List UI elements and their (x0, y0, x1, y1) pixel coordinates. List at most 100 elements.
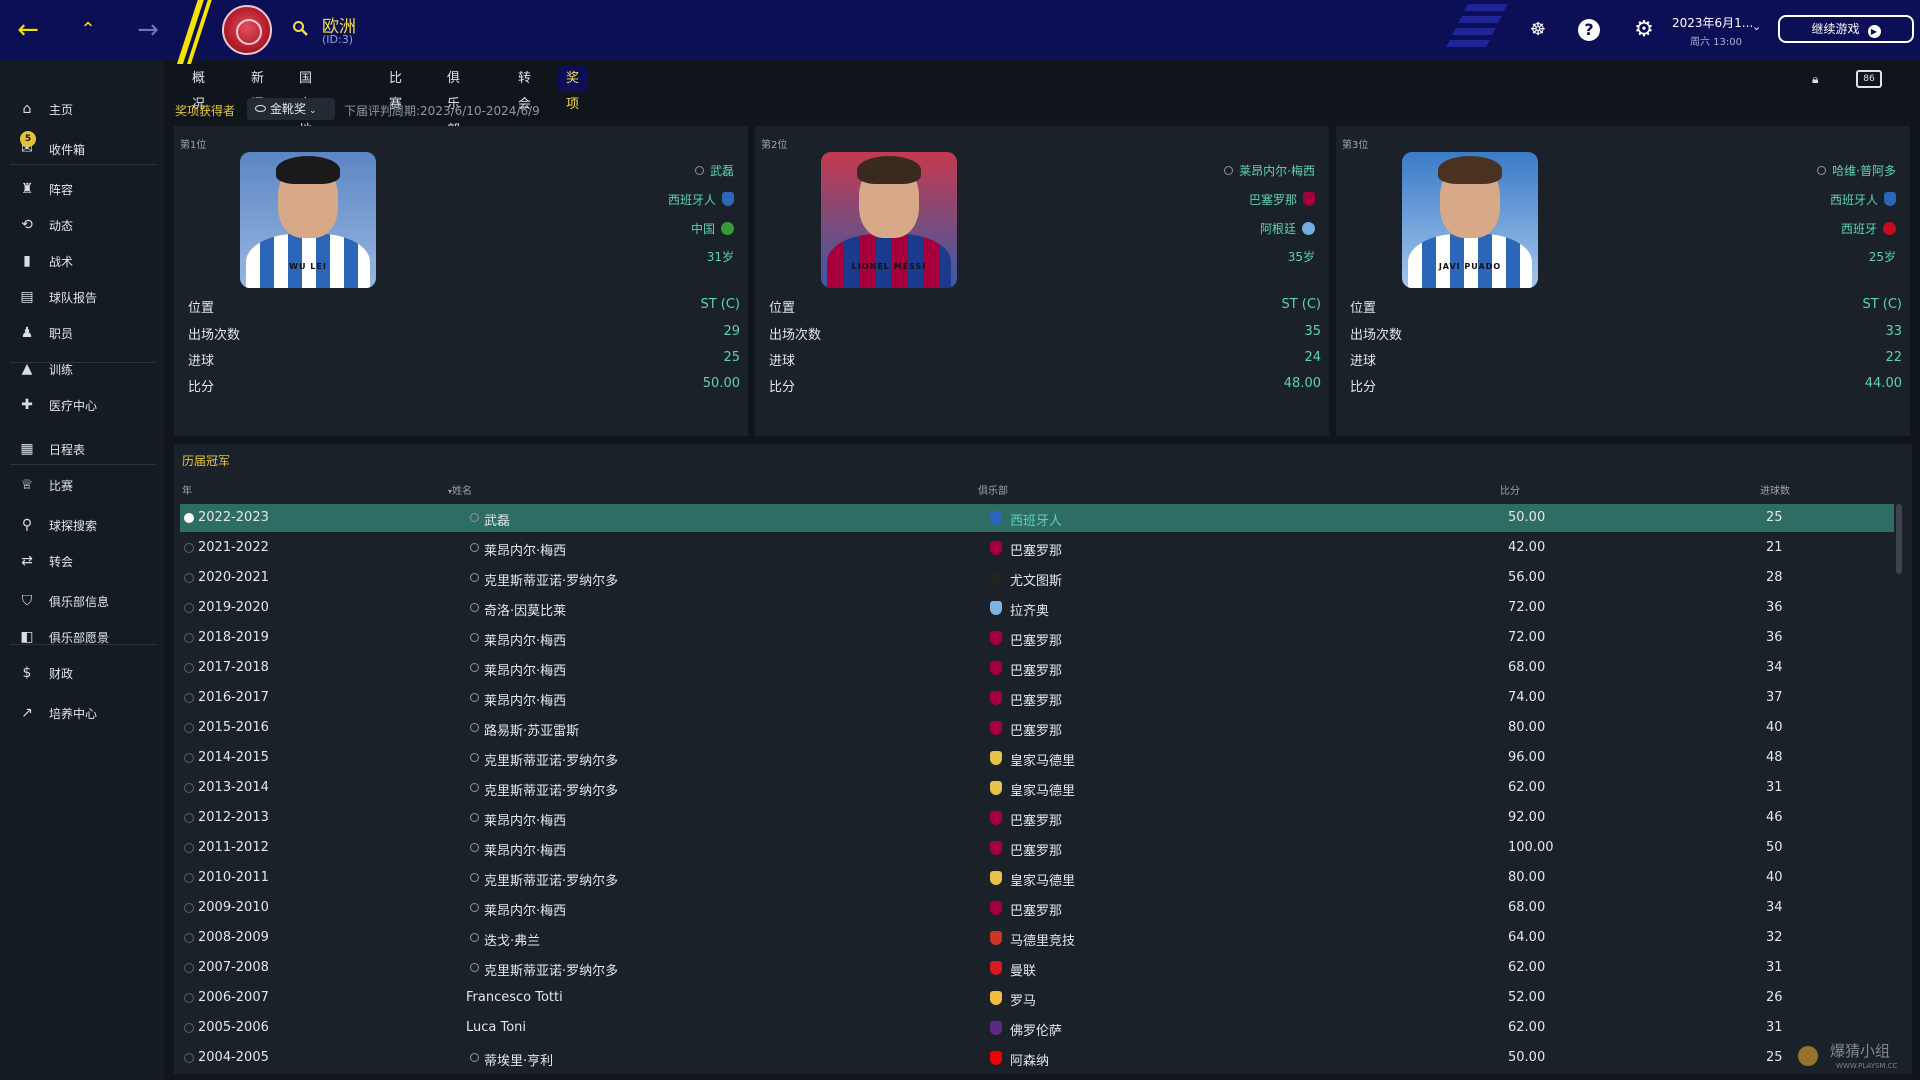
up-down-chevron-icon[interactable]: ⌃ (70, 12, 106, 48)
row-radio[interactable] (184, 603, 194, 613)
table-row[interactable]: 2022-2023 武磊 西班牙人 50.00 25 (180, 504, 1894, 532)
header-name[interactable]: ▾姓名 (448, 482, 472, 497)
row-radio[interactable] (184, 753, 194, 763)
cell-club[interactable]: 尤文图斯 (1010, 570, 1062, 589)
cell-name[interactable]: 莱昂内尔·梅西 (484, 660, 566, 679)
cell-club[interactable]: 巴塞罗那 (1010, 630, 1062, 649)
lock-icon[interactable]: 🔒︎ (1812, 72, 1826, 86)
cell-club[interactable]: 皇家马德里 (1010, 870, 1075, 889)
sidebar-item-report[interactable]: ▤ 球队报告 (0, 282, 164, 312)
player-name-row[interactable]: 哈维·普阿多 (1817, 160, 1896, 180)
row-radio[interactable] (184, 693, 194, 703)
cell-club[interactable]: 曼联 (1010, 960, 1036, 979)
row-radio[interactable] (184, 903, 194, 913)
table-row[interactable]: 2011-2012 莱昂内尔·梅西 巴塞罗那 100.00 50 (180, 834, 1894, 862)
cell-club[interactable]: 阿森纳 (1010, 1050, 1049, 1069)
sidebar-item-transfer[interactable]: ⇄ 转会 (0, 546, 164, 576)
tab-clubs[interactable]: 俱乐部⌄ (447, 66, 460, 163)
player-nation-row[interactable]: 中国 (691, 218, 734, 238)
row-radio[interactable] (184, 783, 194, 793)
player-nation-row[interactable]: 西班牙 (1841, 218, 1896, 238)
cell-name[interactable]: 克里斯蒂亚诺·罗纳尔多 (484, 570, 618, 589)
cell-name[interactable]: 莱昂内尔·梅西 (484, 630, 566, 649)
cell-club[interactable]: 拉齐奥 (1010, 600, 1049, 619)
cell-name[interactable]: 莱昂内尔·梅西 (484, 540, 566, 559)
cell-name[interactable]: 迭戈·弗兰 (484, 930, 540, 949)
sidebar-item-shirt[interactable]: ♜ 阵容 (0, 174, 164, 204)
table-row[interactable]: 2004-2005 蒂埃里·亨利 阿森纳 50.00 25 (180, 1044, 1894, 1072)
sidebar-item-training[interactable]: ▲ 训练 (0, 354, 164, 384)
player-name-row[interactable]: 武磊 (694, 160, 734, 180)
cell-name[interactable]: 莱昂内尔·梅西 (484, 840, 566, 859)
table-row[interactable]: 2020-2021 克里斯蒂亚诺·罗纳尔多 尤文图斯 56.00 28 (180, 564, 1894, 592)
row-radio[interactable] (184, 963, 194, 973)
row-radio[interactable] (184, 543, 194, 553)
sidebar-item-inbox[interactable]: ✉ 收件箱 5 (0, 131, 164, 164)
cell-club[interactable]: 巴塞罗那 (1010, 660, 1062, 679)
row-radio[interactable] (184, 723, 194, 733)
tab-competitions[interactable]: 比赛⌄ (389, 66, 402, 137)
sidebar-item-home[interactable]: ⌂ 主页 (0, 94, 164, 124)
row-radio[interactable] (184, 1053, 194, 1063)
cell-name[interactable]: 蒂埃里·亨利 (484, 1050, 553, 1069)
sidebar-item-shield[interactable]: ⛉ 俱乐部信息 (0, 586, 164, 616)
row-radio[interactable] (184, 1023, 194, 1033)
table-row[interactable]: 2005-2006 Luca Toni 佛罗伦萨 62.00 31 (180, 1014, 1894, 1042)
table-row[interactable]: 2013-2014 克里斯蒂亚诺·罗纳尔多 皇家马德里 62.00 31 (180, 774, 1894, 802)
tab-overview[interactable]: 概况⌄ (192, 66, 205, 137)
player-club-row[interactable]: 西班牙人 (668, 189, 734, 209)
sidebar-item-dynamics[interactable]: ⟲ 动态 (0, 210, 164, 240)
table-row[interactable]: 2012-2013 莱昂内尔·梅西 巴塞罗那 92.00 46 (180, 804, 1894, 832)
cell-name[interactable]: 莱昂内尔·梅西 (484, 900, 566, 919)
player-club-row[interactable]: 巴塞罗那 (1249, 189, 1315, 209)
continue-button[interactable]: 继续游戏 ▶ (1778, 15, 1914, 43)
cell-name[interactable]: 路易斯·苏亚雷斯 (484, 720, 579, 739)
row-radio[interactable] (184, 513, 194, 523)
help-icon[interactable]: ? (1578, 19, 1600, 41)
cell-name[interactable]: 克里斯蒂亚诺·罗纳尔多 (484, 870, 618, 889)
row-radio[interactable] (184, 663, 194, 673)
gear-icon[interactable]: ⚙ (1630, 16, 1658, 44)
cell-name[interactable]: 奇洛·因莫比莱 (484, 600, 566, 619)
player-club-row[interactable]: 西班牙人 (1830, 189, 1896, 209)
player-name-row[interactable]: 莱昂内尔·梅西 (1224, 160, 1315, 180)
table-row[interactable]: 2006-2007 Francesco Totti 罗马 52.00 26 (180, 984, 1894, 1012)
table-row[interactable]: 2019-2020 奇洛·因莫比莱 拉齐奥 72.00 36 (180, 594, 1894, 622)
header-goals[interactable]: 进球数 (1760, 482, 1790, 497)
forward-arrow-icon[interactable]: → (130, 12, 166, 48)
cell-name[interactable]: 莱昂内尔·梅西 (484, 690, 566, 709)
chevron-down-icon[interactable]: ⌄ (1752, 20, 1761, 33)
cell-club[interactable]: 佛罗伦萨 (1010, 1020, 1062, 1039)
cell-name[interactable]: 克里斯蒂亚诺·罗纳尔多 (484, 780, 618, 799)
table-row[interactable]: 2010-2011 克里斯蒂亚诺·罗纳尔多 皇家马德里 80.00 40 (180, 864, 1894, 892)
cell-club[interactable]: 罗马 (1010, 990, 1036, 1009)
brain-icon[interactable]: ☸ (1524, 16, 1552, 44)
table-row[interactable]: 2009-2010 莱昂内尔·梅西 巴塞罗那 68.00 34 (180, 894, 1894, 922)
row-radio[interactable] (184, 933, 194, 943)
cell-club[interactable]: 马德里竞技 (1010, 930, 1075, 949)
table-row[interactable]: 2016-2017 莱昂内尔·梅西 巴塞罗那 74.00 37 (180, 684, 1894, 712)
cell-name[interactable]: 莱昂内尔·梅西 (484, 810, 566, 829)
row-radio[interactable] (184, 813, 194, 823)
row-radio[interactable] (184, 993, 194, 1003)
tab-awards[interactable]: 奖项⌄ (558, 66, 588, 137)
scrollbar[interactable] (1896, 504, 1902, 574)
cell-club[interactable]: 皇家马德里 (1010, 780, 1075, 799)
cell-name[interactable]: 克里斯蒂亚诺·罗纳尔多 (484, 960, 618, 979)
table-row[interactable]: 2015-2016 路易斯·苏亚雷斯 巴塞罗那 80.00 40 (180, 714, 1894, 742)
row-radio[interactable] (184, 573, 194, 583)
table-row[interactable]: 2014-2015 克里斯蒂亚诺·罗纳尔多 皇家马德里 96.00 48 (180, 744, 1894, 772)
search-icon[interactable] (292, 20, 308, 36)
calendar-view-icon[interactable]: 86 (1856, 70, 1882, 88)
cell-name[interactable]: 武磊 (484, 510, 510, 529)
table-row[interactable]: 2017-2018 莱昂内尔·梅西 巴塞罗那 68.00 34 (180, 654, 1894, 682)
player-photo[interactable]: WU LEI (240, 152, 376, 288)
sidebar-item-vision[interactable]: ◧ 俱乐部愿景 (0, 622, 164, 652)
player-photo[interactable]: JAVI PUADO (1402, 152, 1538, 288)
header-score[interactable]: 比分 (1500, 482, 1520, 497)
sidebar-item-search[interactable]: ⚲ 球探搜索 (0, 510, 164, 540)
sidebar-item-tactics[interactable]: ▮ 战术 (0, 246, 164, 276)
row-radio[interactable] (184, 843, 194, 853)
back-arrow-icon[interactable]: ← (10, 12, 46, 48)
row-radio[interactable] (184, 633, 194, 643)
